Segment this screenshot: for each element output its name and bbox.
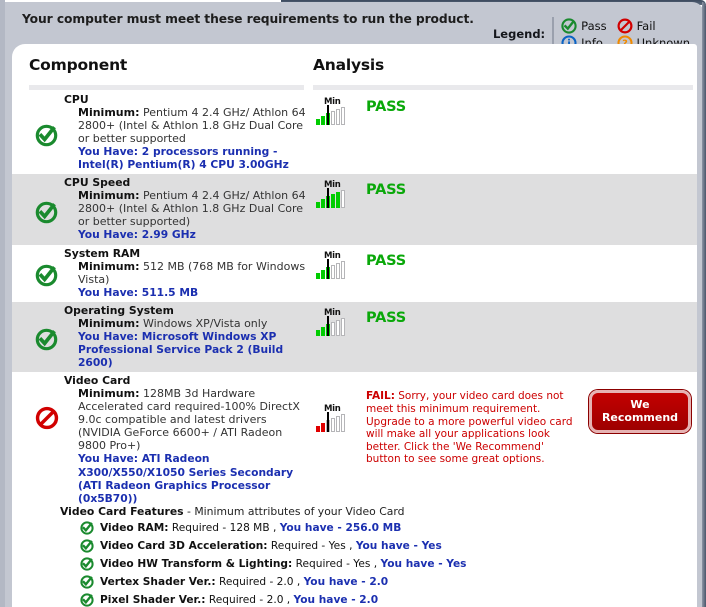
pass-check-icon	[35, 124, 58, 146]
table-row: Video Card Minimum: 128MB 3d Hardware Ac…	[12, 372, 697, 506]
requirements-window: Your computer must meet these requiremen…	[0, 0, 706, 607]
features-heading: Video Card Features - Minimum attributes…	[60, 505, 697, 519]
strength-meter: Min	[316, 180, 362, 209]
column-headers: Component Analysis	[12, 44, 697, 82]
pass-check-icon	[561, 17, 577, 34]
table-row: System RAM Minimum: 512 MB (768 MB for W…	[12, 244, 697, 302]
feature-required: Required - Yes ,	[292, 558, 381, 571]
feature-required: Required - Yes ,	[267, 540, 356, 553]
list-item: Vertex Shader Ver.: Required - 2.0 , You…	[60, 573, 697, 591]
legend-label: Legend:	[492, 27, 546, 41]
header-component: Component	[29, 56, 128, 74]
component-name: CPU	[64, 93, 89, 106]
minimum-line: Minimum: Pentium 4 2.4 GHz/ Athlon 64 28…	[78, 106, 312, 145]
status-badge	[29, 374, 64, 505]
legend-text-fail: Fail	[636, 18, 656, 33]
pass-check-icon	[80, 521, 94, 535]
feature-have: You have - Yes	[355, 540, 442, 553]
feature-have: You have - 2.0	[303, 576, 389, 589]
video-card-features: Video Card Features - Minimum attributes…	[12, 505, 697, 607]
you-have-line: You Have: 2.99 GHz	[78, 228, 196, 242]
legend-item-pass: Pass	[561, 17, 607, 34]
fail-message: FAIL: Sorry, your video card does not me…	[366, 390, 581, 466]
table-row: Operating System Minimum: Windows XP/Vis…	[12, 301, 697, 373]
table-row: CPU Minimum: Pentium 4 2.4 GHz/ Athlon 6…	[12, 91, 697, 175]
pass-check-icon	[80, 575, 94, 589]
feature-have: You have - 2.0	[293, 594, 379, 607]
status-badge	[29, 176, 64, 241]
pass-check-icon	[80, 539, 94, 553]
you-have-line: You Have: 2 processors running - Intel(R…	[78, 145, 289, 172]
verdict-text: PASS	[366, 252, 406, 269]
verdict-text: PASS	[366, 99, 406, 115]
header-analysis: Analysis	[313, 56, 385, 74]
strength-meter: Min	[316, 308, 362, 336]
pass-check-icon	[80, 557, 94, 571]
table-row: CPU Speed Minimum: Pentium 4 2.4 GHz/ At…	[12, 174, 697, 245]
list-item: Video RAM: Required - 128 MB , You have …	[60, 519, 697, 537]
minimum-label: Minimum:	[78, 259, 140, 273]
features-subtitle: - Minimum attributes of your Video Card	[183, 505, 405, 519]
list-item: Pixel Shader Ver.: Required - 2.0 , You …	[60, 591, 697, 607]
pass-check-icon	[35, 264, 58, 287]
verdict-text: PASS	[366, 309, 406, 326]
you-have-line: You Have: ATI Radeon X300/X550/X1050 Ser…	[78, 452, 294, 506]
minimum-value: Windows XP/Vista only	[142, 316, 268, 330]
status-badge	[29, 247, 64, 299]
requirements-rows: CPU Minimum: Pentium 4 2.4 GHz/ Athlon 6…	[12, 91, 697, 607]
panel-left-edge	[0, 0, 5, 607]
minimum-label: Minimum:	[78, 387, 140, 401]
feature-required: Required - 2.0 ,	[215, 576, 304, 589]
you-have-line: You Have: 511.5 MB	[78, 285, 199, 299]
pass-check-icon	[35, 201, 58, 223]
pass-check-icon	[35, 328, 58, 351]
panel-right-edge	[702, 2, 706, 607]
you-have-line: You Have: Microsoft Windows XP Professio…	[78, 329, 284, 370]
header-rules	[12, 82, 697, 91]
minimum-line: Minimum: 512 MB (768 MB for Windows Vist…	[78, 260, 312, 286]
feature-required: Required - 2.0 ,	[205, 594, 294, 607]
legend-text-pass: Pass	[581, 18, 607, 33]
feature-name: Vertex Shader Ver.:	[100, 576, 216, 589]
feature-have: You have - 256.0 MB	[279, 522, 402, 535]
component-name: Operating System	[64, 303, 174, 317]
header-rule-component	[29, 85, 304, 90]
minimum-line: Minimum: 128MB 3d Hardware Accelerated c…	[78, 387, 312, 452]
we-recommend-button[interactable]: We Recommend	[589, 390, 691, 434]
fail-body: Sorry, your video card does not meet thi…	[366, 390, 573, 466]
header-rule-analysis	[313, 85, 693, 90]
fail-prohibit-icon	[35, 407, 58, 430]
feature-name: Video HW Transform & Lighting:	[100, 558, 293, 571]
feature-name: Pixel Shader Ver.:	[100, 594, 206, 607]
strength-meter: Min	[316, 97, 362, 125]
pass-check-icon	[80, 593, 94, 607]
status-badge	[29, 93, 64, 171]
fail-prefix: FAIL:	[366, 390, 395, 403]
results-panel: Component Analysis CPU Minimum: Pentium …	[12, 44, 697, 607]
status-badge	[29, 304, 64, 370]
feature-name: Video RAM:	[100, 522, 169, 535]
features-title: Video Card Features	[60, 505, 184, 519]
minimum-line: Minimum: Windows XP/Vista only	[78, 317, 312, 330]
verdict-text: PASS	[366, 182, 406, 199]
minimum-label: Minimum:	[78, 316, 140, 330]
list-item: Video HW Transform & Lighting: Required …	[60, 555, 697, 573]
minimum-label: Minimum:	[78, 189, 140, 203]
list-item: Video Card 3D Acceleration: Required - Y…	[60, 537, 697, 555]
feature-have: You have - Yes	[380, 558, 467, 571]
strength-meter: Min	[316, 251, 362, 279]
minimum-label: Minimum:	[78, 106, 140, 119]
legend-item-fail: Fail	[617, 17, 690, 34]
fail-prohibit-icon	[617, 17, 633, 34]
component-name: Video Card	[64, 374, 131, 388]
page-headline: Your computer must meet these requiremen…	[22, 12, 474, 26]
feature-name: Video Card 3D Acceleration:	[100, 540, 268, 553]
component-name: System RAM	[64, 246, 141, 260]
feature-required: Required - 128 MB ,	[168, 522, 280, 535]
minimum-line: Minimum: Pentium 4 2.4 GHz/ Athlon 64 28…	[78, 189, 312, 228]
strength-meter: Min	[316, 404, 362, 433]
component-name: CPU Speed	[64, 176, 131, 190]
